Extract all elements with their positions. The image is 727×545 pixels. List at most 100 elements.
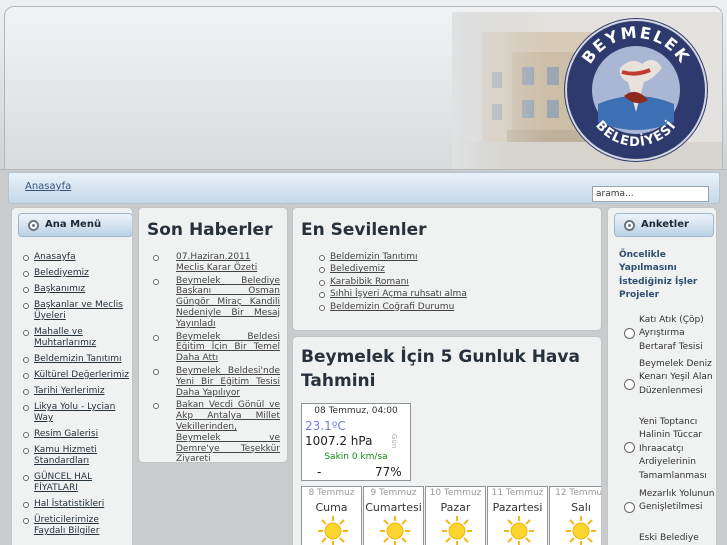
news-item: Beymelek Belediye Başkanı Osman Güngör M… (153, 276, 280, 330)
forecast-day: 9 Temmuz Cumartesi (363, 486, 424, 545)
menu-item: Resim Galerisi (22, 429, 130, 440)
forecast-day-name: Salı (571, 501, 591, 514)
poll-option-label: Eski Belediye (639, 533, 699, 543)
menu-bullet-icon (28, 220, 39, 231)
forecast-day-name: Cumartesi (365, 501, 422, 514)
main-menu-panel: Ana Menü Anasayfa Belediyemiz Başkanımız… (11, 207, 133, 545)
popular-item: Beldemizin Tanıtımı (319, 252, 589, 263)
site-header: BEYMELEK BELEDİYESİ (0, 0, 727, 170)
news-link[interactable]: Beymelek Beldesi'nde Yeni Bir Eğitim Tes… (176, 366, 280, 398)
menu-item: Beldemizin Tanıtımı (22, 354, 130, 365)
news-list: 07.Haziran.2011 Meclis Karar Özeti Beyme… (153, 252, 280, 462)
forecast-day-name: Pazartesi (492, 501, 543, 514)
poll-radio[interactable] (624, 328, 635, 339)
menu-item: Belediyemiz (22, 268, 130, 279)
sun-icon (566, 516, 596, 545)
news-item: 07.Haziran.2011 Meclis Karar Özeti (153, 252, 280, 274)
weather-forecast-panel: Beymelek İçin 5 Gunluk Hava Tahmini 08 T… (292, 336, 602, 545)
most-popular-panel: En Sevilenler Beldemizin Tanıtımı Beledi… (292, 207, 602, 331)
poll-option-label: Mezarlık Yolunun Genişletilmesi (639, 489, 715, 513)
current-wind: Sakin 0 km/sa (324, 452, 388, 462)
current-side-label: Gün (390, 434, 398, 449)
menu-link-baskanimiz[interactable]: Başkanımız (34, 284, 85, 294)
menu-link-standart[interactable]: Kamu Hizmeti Standardları (34, 445, 97, 466)
poll-title: Anketler (641, 219, 689, 230)
poll-bullet-icon (624, 220, 635, 231)
menu-item: Kamu Hizmeti Standardları (22, 445, 130, 467)
menu-link-tanitim[interactable]: Beldemizin Tanıtımı (34, 354, 122, 364)
forecast-day: 12 Temmuz Salı (549, 486, 602, 545)
menu-item: Tarihi Yerlerimiz (22, 386, 130, 397)
forecast-date: 11 Temmuz (491, 488, 544, 498)
forecast-day: 8 Temmuz Cuma (301, 486, 362, 545)
menu-link-hal-istatistik[interactable]: Hal İstatistikleri (34, 499, 104, 509)
municipality-logo: BEYMELEK BELEDİYESİ (564, 18, 708, 162)
menu-item: Kültürel Değerlerimiz (22, 370, 130, 381)
popular-item: Karabibik Romanı (319, 277, 589, 288)
current-datetime: 08 Temmuz, 04:00 (314, 406, 398, 416)
current-temperature: 23.1ºC (305, 419, 346, 433)
poll-radio[interactable] (624, 442, 635, 453)
current-humidity: 77% (375, 465, 402, 479)
menu-item: Üreticilerimize Faydalı Bilgiler (22, 515, 130, 537)
menu-item: Başkanlar ve Meclis Üyeleri (22, 300, 130, 322)
menu-item: Mahalle ve Muhtarlarımız (22, 327, 130, 349)
menu-link-tarihi[interactable]: Tarihi Yerlerimiz (34, 386, 105, 396)
popular-link[interactable]: Karabibik Romanı (330, 277, 409, 287)
popular-link[interactable]: Sıhhi İşyeri Açma ruhsatı alma (330, 289, 467, 299)
main-menu-list: Anasayfa Belediyemiz Başkanımız Başkanla… (22, 252, 130, 542)
sun-icon (380, 516, 410, 545)
main-menu-title: Ana Menü (45, 219, 102, 230)
popular-item: Sıhhi İşyeri Açma ruhsatı alma (319, 289, 589, 300)
poll-option-label: Beymelek Deniz Kenarı Yeşil Alan Düzenle… (639, 359, 713, 396)
search-input[interactable] (592, 186, 709, 202)
news-link[interactable]: Beymelek Beldesi Eğitim İçin Bir Temel D… (176, 332, 280, 364)
most-popular-list: Beldemizin Tanıtımı Belediyemiz Karabibi… (319, 252, 589, 314)
news-link[interactable]: Beymelek Belediye Başkanı Osman Güngör M… (176, 276, 280, 329)
poll-header: Anketler (614, 213, 714, 237)
menu-link-hal-fiyat[interactable]: GÜNCEL HAL FİYATLARI (34, 472, 92, 493)
latest-news-panel: Son Haberler 07.Haziran.2011 Meclis Kara… (138, 207, 288, 463)
menu-item: Hal İstatistikleri (22, 499, 130, 510)
poll-radio[interactable] (624, 502, 635, 513)
popular-item: Beldemizin Coğrafi Durumu (319, 302, 589, 313)
forecast-day: 11 Temmuz Pazartesi (487, 486, 548, 545)
menu-link-mahalle[interactable]: Mahalle ve Muhtarlarımız (34, 327, 96, 348)
news-link[interactable]: Bakan Vecdi Gönül ve Akp Antalya Millet … (176, 400, 280, 462)
menu-item: Başkanımız (22, 284, 130, 295)
menu-link-baskanlar[interactable]: Başkanlar ve Meclis Üyeleri (34, 300, 123, 321)
menu-item: Likya Yolu - Lycian Way (22, 402, 130, 424)
latest-news-title: Son Haberler (147, 220, 273, 240)
menu-item: GÜNCEL HAL FİYATLARI (22, 472, 130, 494)
menu-link-galeri[interactable]: Resim Galerisi (34, 429, 98, 439)
most-popular-title: En Sevilenler (301, 220, 427, 240)
menu-link-uretici[interactable]: Üreticilerimize Faydalı Bilgiler (34, 515, 99, 536)
poll-radio[interactable] (624, 379, 635, 390)
current-pressure: 1007.2 hPa (305, 434, 373, 448)
main-menu-header: Ana Menü (18, 213, 132, 237)
menu-link-belediyemiz[interactable]: Belediyemiz (34, 268, 89, 278)
news-item: Beymelek Beldesi'nde Yeni Bir Eğitim Tes… (153, 366, 280, 398)
popular-link[interactable]: Belediyemiz (330, 264, 385, 274)
popular-item: Belediyemiz (319, 264, 589, 275)
menu-link-likya[interactable]: Likya Yolu - Lycian Way (34, 402, 115, 423)
nav-home-link[interactable]: Anasayfa (25, 181, 71, 192)
news-link[interactable]: 07.Haziran.2011 Meclis Karar Özeti (176, 252, 257, 273)
forecast-day: 10 Temmuz Pazar (425, 486, 486, 545)
current-wind-direction: - (317, 465, 322, 479)
news-item: Bakan Vecdi Gönül ve Akp Antalya Millet … (153, 400, 280, 462)
forecast-date: 8 Temmuz (308, 488, 355, 498)
weather-title: Beymelek İçin 5 Gunluk Hava Tahmini (301, 347, 580, 391)
menu-link-anasayfa[interactable]: Anasayfa (34, 252, 76, 262)
sun-icon (504, 516, 534, 545)
forecast-date: 9 Temmuz (370, 488, 417, 498)
forecast-day-name: Pazar (440, 501, 471, 514)
news-item: Beymelek Beldesi Eğitim İçin Bir Temel D… (153, 332, 280, 364)
poll-question: Öncelikle Yapılmasını İstediğiniz İşler … (619, 250, 698, 300)
popular-link[interactable]: Beldemizin Tanıtımı (330, 252, 418, 262)
poll-option-label: Katı Atık (Çöp) Ayrıştırma Bertaraf Tesi… (639, 315, 704, 352)
menu-item: Anasayfa (22, 252, 130, 263)
popular-link[interactable]: Beldemizin Coğrafi Durumu (330, 302, 454, 312)
forecast-date: 12 Temmuz (555, 488, 602, 498)
menu-link-kultur[interactable]: Kültürel Değerlerimiz (34, 370, 129, 380)
